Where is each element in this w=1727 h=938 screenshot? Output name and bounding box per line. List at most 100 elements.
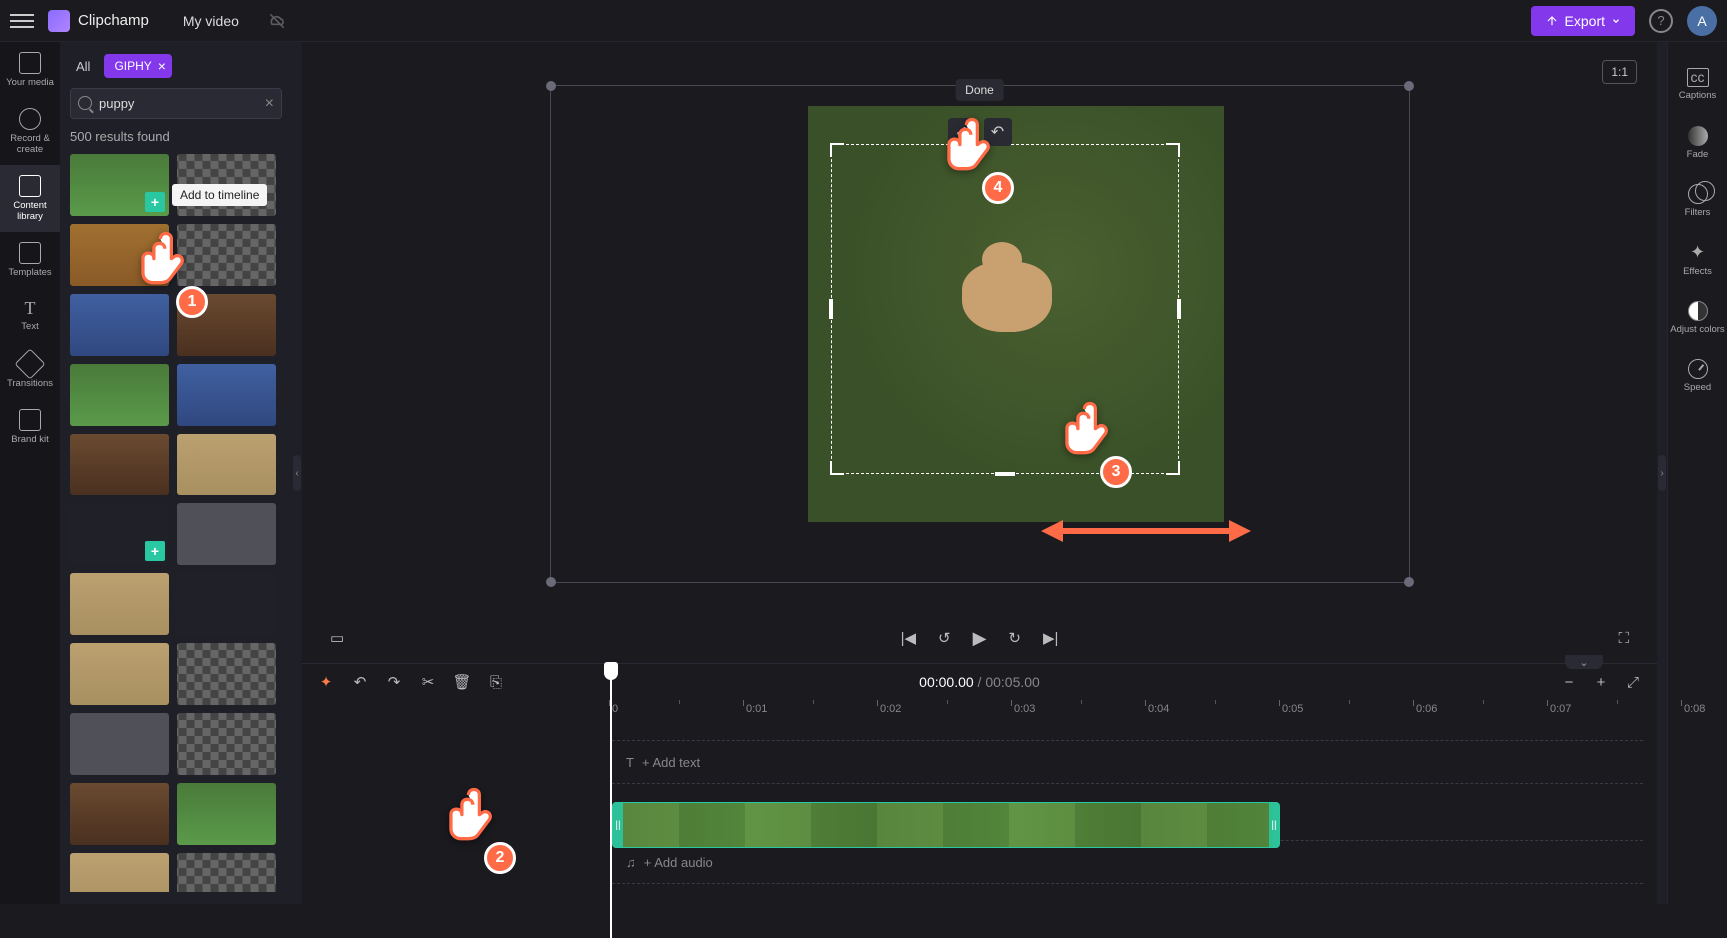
forward-5s-button[interactable]: ↻ [1008, 629, 1021, 647]
media-thumb[interactable] [70, 783, 169, 845]
text-icon: T [626, 755, 634, 770]
media-thumb[interactable] [70, 434, 169, 496]
redo-button[interactable]: ↷ [384, 673, 404, 691]
rail-record-create[interactable]: Record & create [0, 98, 60, 165]
media-thumb[interactable]: + [70, 503, 169, 565]
media-panel: All GIPHY × × 500 results found Add to t… [60, 42, 292, 904]
rail-effects[interactable]: ✦Effects [1668, 231, 1727, 289]
timeline-ruler[interactable]: 00:010:020:030:040:050:060:070:080:09 [612, 700, 1657, 726]
crop-handle[interactable] [830, 461, 844, 475]
media-thumb[interactable] [177, 434, 276, 496]
project-title[interactable]: My video [183, 13, 239, 29]
media-thumb[interactable] [177, 643, 276, 705]
media-thumb[interactable] [177, 713, 276, 775]
undo-button[interactable]: ↶ [350, 673, 370, 691]
rail-speed[interactable]: Speed [1668, 347, 1727, 405]
clip-trim-left[interactable]: || [613, 803, 623, 847]
ai-tools-button[interactable]: ✦ [316, 673, 336, 691]
rail-filters[interactable]: Filters [1668, 172, 1727, 230]
ruler-tick: 0:07 [1550, 703, 1571, 715]
media-thumb[interactable] [70, 573, 169, 635]
transitions-icon [14, 348, 45, 379]
right-sidebar: ccCaptions Fade Filters ✦Effects Adjust … [1667, 42, 1727, 904]
media-thumb[interactable] [70, 643, 169, 705]
video-clip[interactable]: || || [612, 802, 1280, 848]
media-thumb[interactable] [70, 364, 169, 426]
fullscreen-button[interactable]: ⛶ [1618, 630, 1629, 647]
crop-handle[interactable] [830, 143, 844, 157]
rail-templates[interactable]: Templates [0, 232, 60, 288]
user-avatar[interactable]: A [1687, 6, 1717, 36]
resize-handle[interactable] [546, 577, 556, 587]
ruler-tick: 0:02 [880, 703, 901, 715]
clear-search-button[interactable]: × [265, 95, 274, 113]
fit-timeline-button[interactable]: ⤢ [1623, 674, 1643, 691]
media-thumb[interactable] [70, 713, 169, 775]
zoom-in-button[interactable]: + [1591, 674, 1611, 691]
duplicate-button[interactable]: ⎘ [486, 674, 506, 691]
rail-your-media[interactable]: Your media [0, 42, 60, 98]
resize-handle[interactable] [1404, 81, 1414, 91]
logo-icon [48, 10, 70, 32]
media-thumb[interactable] [177, 853, 276, 892]
add-to-timeline-button[interactable]: + [145, 192, 165, 212]
folder-icon [19, 52, 41, 74]
rail-adjust-colors[interactable]: Adjust colors [1668, 289, 1727, 347]
annotation-pointer-2: 2 [440, 784, 510, 874]
rail-transitions[interactable]: Transitions [0, 343, 60, 399]
app-logo[interactable]: Clipchamp [48, 10, 149, 32]
add-to-timeline-button[interactable]: + [145, 541, 165, 561]
media-thumb[interactable] [70, 853, 169, 892]
library-icon [19, 175, 41, 197]
rail-fade[interactable]: Fade [1668, 114, 1727, 172]
ruler-tick: 0:06 [1416, 703, 1437, 715]
filters-icon [1688, 184, 1708, 204]
templates-icon [19, 242, 41, 264]
expand-right-panel-button[interactable]: › [1658, 455, 1666, 491]
rail-captions[interactable]: ccCaptions [1668, 56, 1727, 114]
remove-chip-icon[interactable]: × [158, 58, 166, 74]
media-thumb[interactable] [177, 503, 276, 565]
annotation-pointer-3: 3 [1056, 398, 1126, 488]
zoom-out-button[interactable]: − [1559, 674, 1579, 691]
adjust-colors-icon [1688, 301, 1708, 321]
annotation-pointer-4: 4 [938, 114, 1008, 204]
delete-button[interactable]: 🗑 [452, 673, 472, 691]
help-button[interactable]: ? [1649, 9, 1673, 33]
clip-trim-right[interactable]: || [1269, 803, 1279, 847]
crop-handle[interactable] [829, 299, 833, 319]
crop-handle[interactable] [1166, 143, 1180, 157]
upload-icon [1545, 14, 1559, 28]
collapse-panel-button[interactable]: ‹ [293, 455, 301, 491]
text-track[interactable]: T+ Add text [612, 740, 1643, 784]
media-thumb[interactable] [177, 783, 276, 845]
skip-forward-button[interactable]: ▶| [1043, 629, 1058, 647]
crop-handle[interactable] [1177, 299, 1181, 319]
resize-handle[interactable] [546, 81, 556, 91]
add-to-timeline-tooltip: Add to timeline [172, 184, 267, 206]
media-thumb[interactable] [177, 364, 276, 426]
rail-text[interactable]: TText [0, 289, 60, 343]
rail-content-library[interactable]: Content library [0, 165, 60, 232]
media-thumb[interactable] [177, 573, 276, 635]
skip-back-button[interactable]: |◀ [901, 629, 916, 647]
filter-chip-giphy[interactable]: GIPHY × [104, 54, 172, 78]
menu-button[interactable] [10, 9, 34, 33]
media-thumb[interactable]: + [70, 154, 169, 216]
app-name: Clipchamp [78, 12, 149, 29]
crop-handle[interactable] [995, 472, 1015, 476]
safe-zone-button[interactable]: ▭ [330, 629, 344, 647]
tab-all[interactable]: All [70, 55, 96, 78]
search-input[interactable] [70, 88, 282, 119]
split-button[interactable]: ✂ [418, 673, 438, 691]
text-icon: T [25, 299, 36, 319]
resize-handle[interactable] [1404, 577, 1414, 587]
fade-icon [1688, 126, 1708, 146]
palette-icon [19, 409, 41, 431]
rail-brand-kit[interactable]: Brand kit [0, 399, 60, 455]
crop-handle[interactable] [1166, 461, 1180, 475]
rewind-5s-button[interactable]: ↺ [938, 629, 951, 647]
play-button[interactable]: ▶ [973, 628, 987, 649]
export-button[interactable]: Export [1531, 6, 1635, 36]
ruler-tick: 0 [612, 703, 618, 715]
